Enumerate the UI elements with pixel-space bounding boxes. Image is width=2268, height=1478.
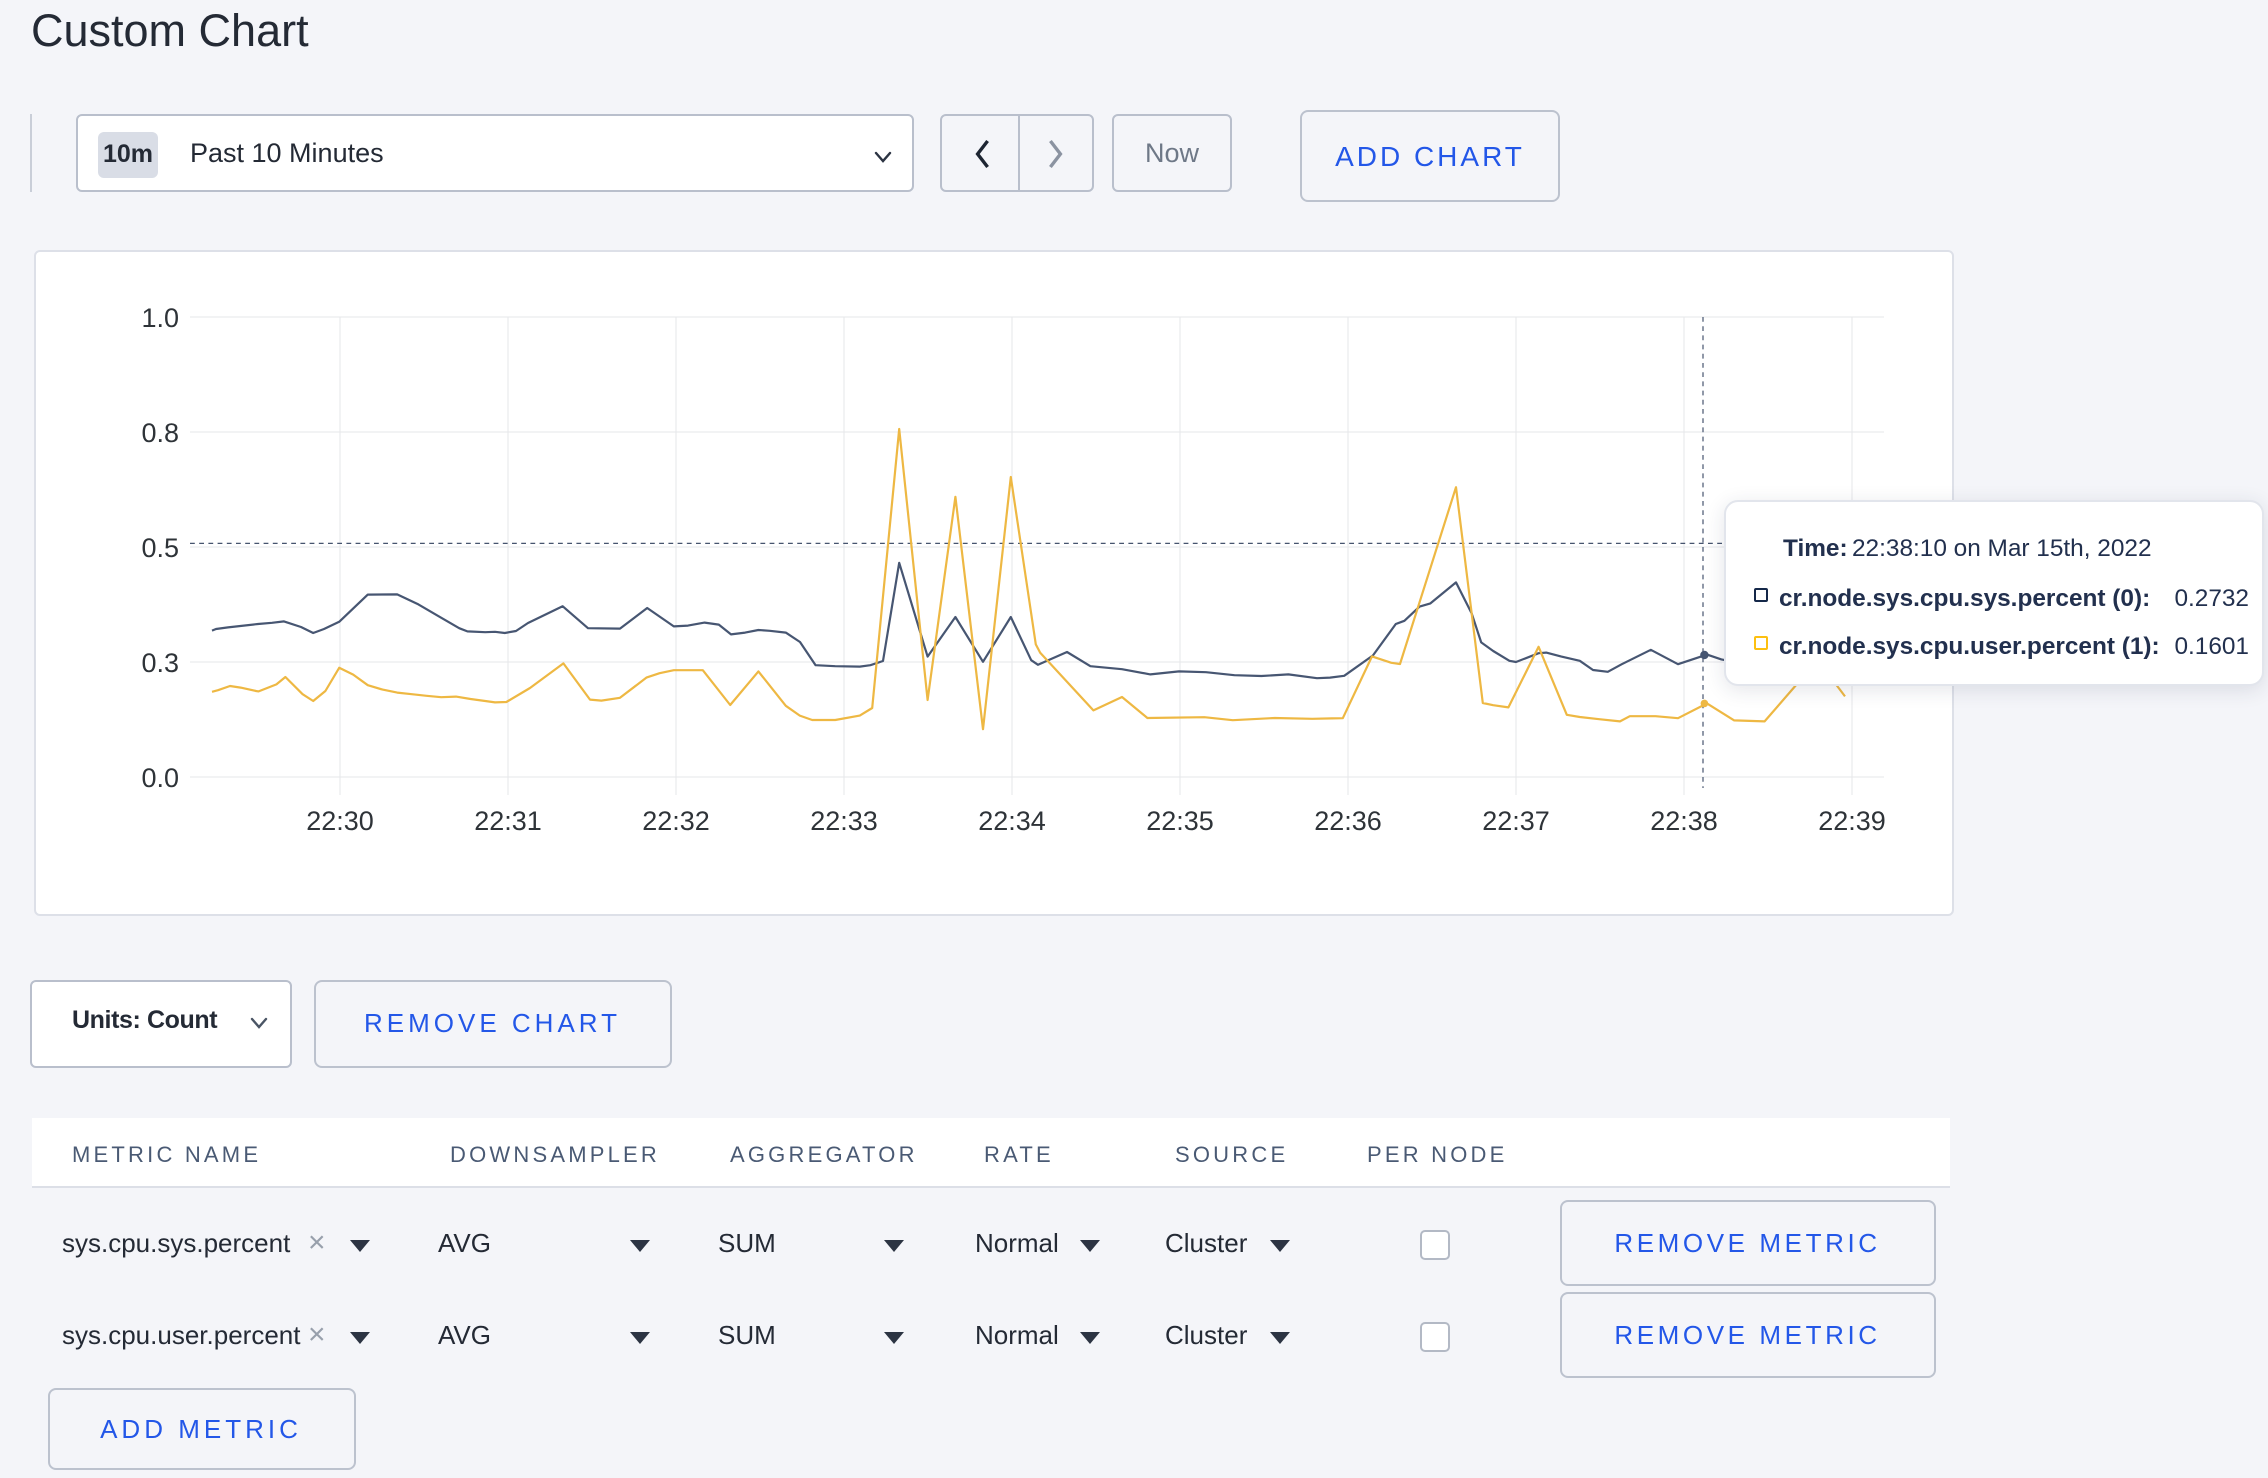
svg-text:0.5: 0.5	[141, 533, 179, 563]
svg-text:22:38: 22:38	[1650, 806, 1718, 836]
svg-text:22:31: 22:31	[474, 806, 542, 836]
svg-text:22:34: 22:34	[978, 806, 1046, 836]
svg-text:22:37: 22:37	[1482, 806, 1550, 836]
svg-text:0.8: 0.8	[141, 418, 179, 448]
svg-text:22:33: 22:33	[810, 806, 878, 836]
svg-text:22:39: 22:39	[1818, 806, 1886, 836]
svg-text:22:36: 22:36	[1314, 806, 1382, 836]
svg-text:22:32: 22:32	[642, 806, 710, 836]
svg-text:22:35: 22:35	[1146, 806, 1214, 836]
svg-text:1.0: 1.0	[141, 303, 179, 333]
svg-text:22:30: 22:30	[306, 806, 374, 836]
svg-text:0.3: 0.3	[141, 648, 179, 678]
svg-text:0.0: 0.0	[141, 763, 179, 793]
